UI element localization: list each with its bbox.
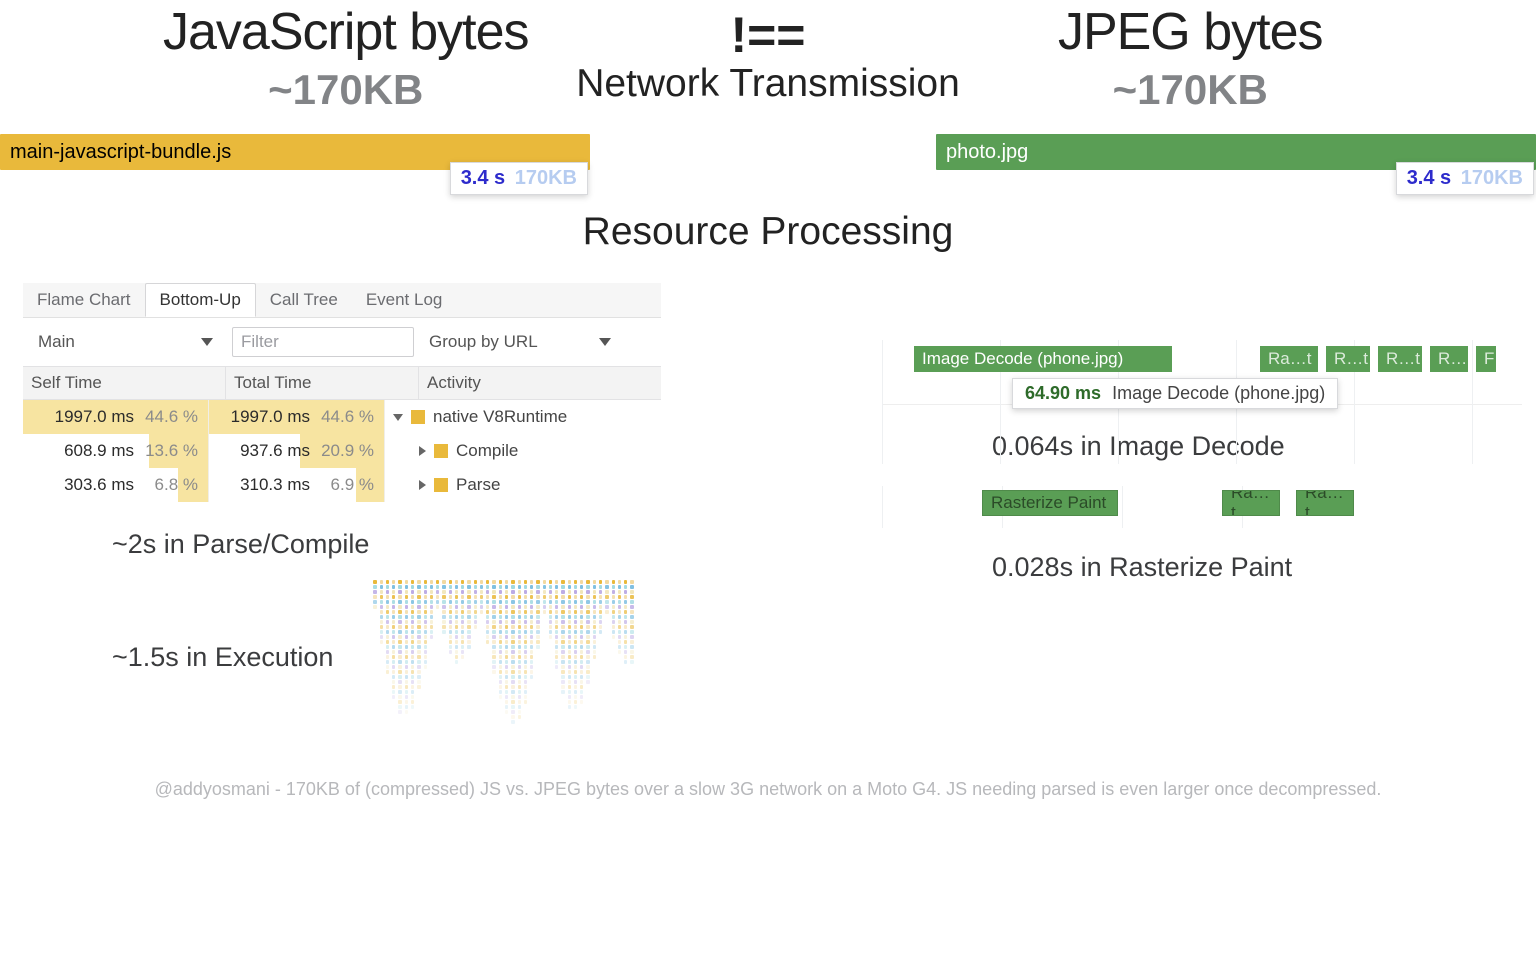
title-js: JavaScript bytes (40, 2, 652, 62)
raster-block-2: Ra…t (1296, 490, 1354, 516)
activity-marker-icon (411, 410, 425, 424)
decode-block-small-1: R…t (1326, 346, 1370, 372)
devtools-toolbar: Main Filter Group by URL (23, 318, 661, 366)
group-select-label: Group by URL (429, 332, 538, 352)
chevron-down-icon (599, 338, 611, 346)
decode-block-main: Image Decode (phone.jpg) (914, 346, 1172, 372)
col-activity: Activity (419, 367, 661, 399)
activity-label: Compile (456, 441, 518, 461)
title-jpeg-side: JPEG bytes ~170KB (884, 0, 1496, 114)
not-equal: !== (730, 6, 805, 64)
table-row[interactable]: 608.9 ms13.6 %937.6 ms20.9 %Compile (23, 434, 661, 468)
size-jpeg: ~170KB (884, 66, 1496, 114)
activity-marker-icon (434, 444, 448, 458)
resource-row: Flame ChartBottom-UpCall TreeEvent Log M… (0, 282, 1536, 735)
col-self: Self Time (23, 367, 226, 399)
expand-icon[interactable] (419, 480, 426, 490)
caption-parse: ~2s in Parse/Compile (112, 529, 662, 560)
caption-raster: 0.028s in Rasterize Paint (992, 552, 1522, 583)
decode-timeline: Image Decode (phone.jpg) Ra…t R…t R…t R…… (882, 340, 1522, 405)
decode-tooltip-lbl: Image Decode (phone.jpg) (1112, 383, 1325, 403)
devtools-panel: Flame ChartBottom-UpCall TreeEvent Log M… (22, 282, 662, 735)
decode-block-small-2: R…t (1378, 346, 1422, 372)
raster-timeline: Rasterize Paint Ra…t Ra…t (882, 486, 1522, 522)
expand-icon[interactable] (419, 446, 426, 456)
title-mid: !== (652, 0, 885, 64)
collapse-icon[interactable] (393, 414, 403, 421)
tooltip-js-size: 170KB (515, 167, 577, 189)
table-head: Self Time Total Time Activity (23, 366, 661, 400)
decode-block-small-3: R… (1430, 346, 1468, 372)
col-total: Total Time (226, 367, 419, 399)
tab-flame-chart[interactable]: Flame Chart (23, 284, 145, 316)
tooltip-js: 3.4 s 170KB (450, 162, 588, 195)
raster-block-0: Rasterize Paint (982, 490, 1118, 516)
caption-decode: 0.064s in Image Decode (992, 431, 1522, 462)
tab-bottom-up[interactable]: Bottom-Up (145, 283, 256, 317)
devtools-tabs: Flame ChartBottom-UpCall TreeEvent Log (23, 283, 661, 318)
activity-label: Parse (456, 475, 500, 495)
size-js: ~170KB (40, 66, 652, 114)
tooltip-jpeg-time: 3.4 s (1407, 167, 1451, 189)
chevron-down-icon (201, 338, 213, 346)
title-jpeg: JPEG bytes (884, 2, 1496, 62)
network-js: main-javascript-bundle.js 3.4 s 170KB (0, 134, 590, 170)
tab-call-tree[interactable]: Call Tree (256, 284, 352, 316)
heading-resource: Resource Processing (0, 210, 1536, 254)
decode-block-small-0: Ra…t (1260, 346, 1318, 372)
thread-select[interactable]: Main (29, 327, 222, 357)
tooltip-jpeg: 3.4 s 170KB (1396, 162, 1534, 195)
group-select[interactable]: Group by URL (424, 327, 616, 357)
image-panel: Image Decode (phone.jpg) Ra…t R…t R…t R…… (882, 282, 1522, 583)
table-body: 1997.0 ms44.6 %1997.0 ms44.6 %native V8R… (23, 400, 661, 502)
filter-input[interactable]: Filter (232, 327, 414, 357)
decode-block-small-4: F (1476, 346, 1496, 372)
flame-wrap: ~1.5s in Execution (22, 580, 662, 735)
footer-credit: @addyosmani - 170KB of (compressed) JS v… (0, 779, 1536, 810)
table-row[interactable]: 303.6 ms6.8 %310.3 ms6.9 %Parse (23, 468, 661, 502)
caption-exec: ~1.5s in Execution (112, 642, 333, 673)
tooltip-jpeg-size: 170KB (1461, 167, 1523, 189)
thread-select-label: Main (38, 332, 75, 352)
tooltip-js-time: 3.4 s (461, 167, 505, 189)
raster-block-1: Ra…t (1222, 490, 1280, 516)
flame-chart-thumbnail (373, 580, 633, 735)
network-row: main-javascript-bundle.js 3.4 s 170KB ph… (0, 134, 1536, 170)
activity-label: native V8Runtime (433, 407, 567, 427)
table-row[interactable]: 1997.0 ms44.6 %1997.0 ms44.6 %native V8R… (23, 400, 661, 434)
decode-tooltip-ms: 64.90 ms (1025, 383, 1101, 403)
tab-event-log[interactable]: Event Log (352, 284, 457, 316)
activity-marker-icon (434, 478, 448, 492)
decode-tooltip: 64.90 ms Image Decode (phone.jpg) (1012, 378, 1338, 409)
title-js-side: JavaScript bytes ~170KB (40, 0, 652, 114)
network-jpeg: photo.jpg 3.4 s 170KB (936, 134, 1536, 170)
